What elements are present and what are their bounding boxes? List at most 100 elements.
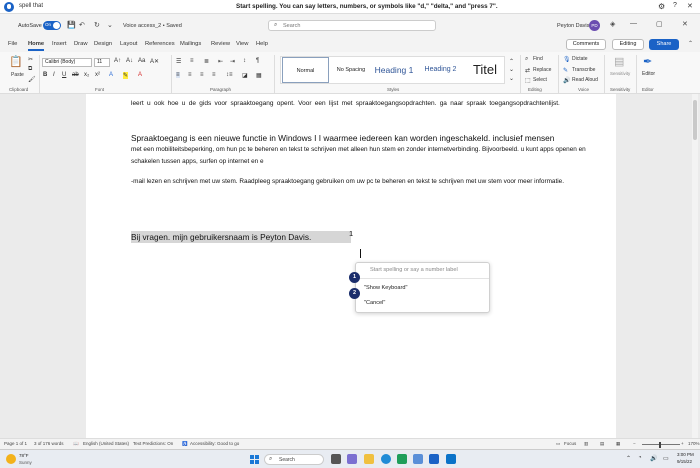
number-badge[interactable]: 2 [349, 288, 360, 299]
focus-icon[interactable]: ▭ [556, 441, 560, 447]
clock-time[interactable]: 3:00 PM [677, 452, 694, 457]
font-size-select[interactable]: 11 [94, 58, 110, 67]
save-icon[interactable]: 💾 [67, 21, 76, 29]
weather-temp[interactable]: 78°F [19, 453, 29, 458]
menu-view[interactable]: View [236, 41, 248, 47]
style-heading-2[interactable]: Heading 2 [419, 57, 462, 83]
shading-icon[interactable]: ◪ [242, 72, 248, 79]
paste-icon[interactable]: 📋 [9, 55, 23, 68]
borders-icon[interactable]: ▦ [256, 72, 262, 79]
language[interactable]: English (United States) [83, 441, 129, 446]
find-button[interactable]: Find [533, 56, 543, 62]
transcribe-button[interactable]: Transcribe [572, 67, 595, 73]
zoom-slider-handle[interactable] [659, 442, 661, 448]
web-layout-icon[interactable]: ▦ [616, 441, 620, 447]
increase-indent-icon[interactable]: ⇥ [230, 58, 235, 65]
zoom-level[interactable]: 170% [688, 441, 700, 446]
number-badge[interactable]: 1 [349, 272, 360, 283]
read-aloud-button[interactable]: Read Aloud [572, 77, 598, 83]
scrollbar-thumb[interactable] [693, 100, 697, 140]
word-count[interactable]: 3 of 176 words [34, 441, 64, 446]
cut-icon[interactable]: ✂ [28, 56, 33, 63]
menu-mailings[interactable]: Mailings [180, 41, 201, 47]
styles-scroll-down-icon[interactable]: ⌄ [509, 66, 514, 73]
sensitivity-icon[interactable]: ▤ [614, 55, 624, 68]
font-color-icon[interactable]: A [138, 72, 142, 78]
select-icon[interactable]: ⬚ [525, 77, 531, 84]
editor-icon[interactable]: ✒ [643, 55, 652, 68]
styles-scroll-up-icon[interactable]: ⌃ [509, 58, 514, 65]
paragraph-2[interactable]: met een mobiliteitsbeperking, om hun pc … [131, 144, 591, 167]
task-view-icon[interactable] [331, 454, 341, 464]
menu-draw[interactable]: Draw [74, 41, 88, 47]
accessibility-icon[interactable]: ♿ [182, 441, 188, 447]
page-count[interactable]: Page 1 of 1 [4, 441, 27, 446]
style-title[interactable]: Titel [465, 57, 505, 83]
accessibility-status[interactable]: Accessibility: Good to go [190, 441, 239, 446]
sun-icon[interactable] [6, 454, 16, 464]
select-button[interactable]: Select [533, 77, 547, 83]
menu-design[interactable]: Design [94, 41, 112, 47]
zoom-in-icon[interactable]: + [681, 441, 684, 446]
replace-icon[interactable]: ⇄ [525, 67, 530, 74]
line-spacing-icon[interactable]: ↕≡ [226, 72, 233, 78]
file-explorer-icon[interactable] [364, 454, 374, 464]
collapse-ribbon-icon[interactable]: ⌃ [688, 40, 693, 47]
editing-mode-button[interactable]: Editing [612, 39, 644, 50]
zoom-out-icon[interactable]: − [633, 441, 636, 446]
menu-file[interactable]: File [8, 41, 17, 47]
chevron-up-icon[interactable]: ⌃ [626, 455, 631, 462]
selected-text[interactable]: Bij vragen. mijn gebruikersnaam is Peyto… [131, 232, 311, 242]
sensitivity-button[interactable]: Sensitivity [610, 71, 630, 76]
style-normal[interactable]: Normal [282, 57, 329, 83]
shrink-font-icon[interactable]: A↓ [126, 58, 133, 64]
editor-button[interactable]: Editor [642, 71, 655, 77]
multilevel-icon[interactable]: ≣ [204, 58, 209, 65]
replace-button[interactable]: Replace [533, 67, 551, 73]
underline-icon[interactable]: U [62, 72, 66, 78]
cancel-option[interactable]: "Cancel" [364, 300, 385, 306]
edge-icon[interactable] [381, 454, 391, 464]
menu-review[interactable]: Review [211, 41, 230, 47]
style-heading-1[interactable]: Heading 1 [372, 57, 416, 83]
menu-layout[interactable]: Layout [120, 41, 137, 47]
taskbar-search[interactable]: ⌕ Search [264, 454, 324, 465]
print-layout-icon[interactable]: ▤ [600, 441, 604, 447]
change-case-icon[interactable]: Aa [138, 58, 145, 64]
grow-font-icon[interactable]: A↑ [114, 58, 121, 64]
word-icon[interactable] [429, 454, 439, 464]
close-icon[interactable]: ✕ [687, 2, 693, 10]
clear-format-icon[interactable]: A✕ [150, 58, 159, 65]
search-box[interactable]: ⌕ [268, 20, 436, 31]
italic-icon[interactable]: I [53, 72, 55, 78]
window-close-icon[interactable]: ✕ [682, 20, 688, 28]
transcribe-icon[interactable]: ✎ [563, 67, 568, 74]
find-icon[interactable]: ⌕ [525, 56, 528, 63]
user-name[interactable]: Peyton Davis [557, 23, 589, 29]
paragraph-1[interactable]: leert u ook hoe u de gids voor spraaktoe… [131, 99, 561, 109]
copy-icon[interactable]: ⧉ [28, 66, 32, 73]
store-icon[interactable] [413, 454, 423, 464]
justify-icon[interactable]: ≡ [212, 72, 216, 78]
autosave-toggle[interactable]: On [43, 21, 61, 30]
style-no-spacing[interactable]: No Spacing [331, 57, 371, 83]
show-keyboard-option[interactable]: "Show Keyboard" [364, 285, 407, 291]
paragraph-2-first-line[interactable]: Spraaktoegang is een nieuwe functie in W… [131, 133, 591, 143]
menu-help[interactable]: Help [256, 41, 268, 47]
menu-references[interactable]: References [145, 41, 175, 47]
menu-insert[interactable]: Insert [52, 41, 67, 47]
pilcrow-icon[interactable]: ¶ [256, 58, 259, 64]
sort-icon[interactable]: ↕ [243, 58, 246, 64]
more-icon[interactable]: ⌄ [107, 21, 113, 29]
teams-icon[interactable] [347, 454, 357, 464]
proofing-icon[interactable]: 📖 [73, 441, 79, 447]
wifi-icon[interactable]: ◔ [638, 455, 642, 461]
highlight-icon[interactable]: ✎ [123, 72, 129, 79]
weather-condition[interactable]: Sunny [19, 460, 32, 465]
help-icon[interactable]: ? [673, 2, 677, 9]
excel-icon[interactable] [397, 454, 407, 464]
paragraph-3[interactable]: -mail lezen en schrijven met uw stem. Ra… [131, 176, 591, 188]
share-button[interactable]: Share [649, 39, 679, 50]
microphone-icon[interactable] [4, 2, 14, 12]
outlook-icon[interactable] [446, 454, 456, 464]
